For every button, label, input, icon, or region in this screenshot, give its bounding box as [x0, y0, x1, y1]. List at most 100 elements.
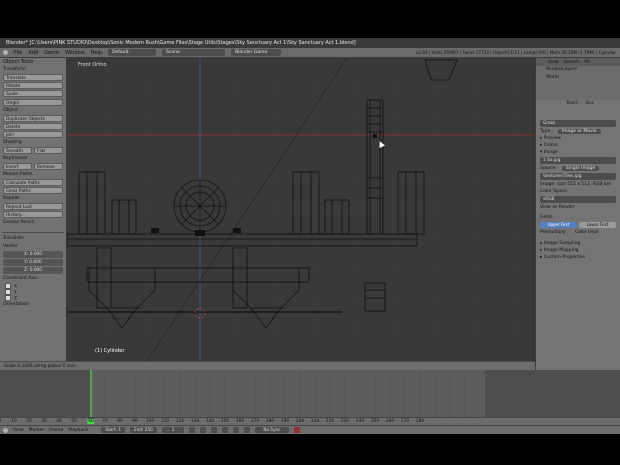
outliner-search-menu[interactable]: Search	[564, 60, 579, 65]
jump-start-icon[interactable]	[189, 427, 196, 433]
current-frame-field[interactable]: 1	[161, 427, 185, 433]
duplicate-objects-button[interactable]: Duplicate Objects	[3, 115, 63, 122]
tick-label: 220	[325, 419, 335, 424]
premultiply-checkbox[interactable]: Premultiply	[540, 230, 565, 235]
sync-mode-dropdown[interactable]: No Sync	[255, 427, 289, 433]
clear-paths-button[interactable]: Clear Paths	[3, 187, 63, 194]
image-filepath-field[interactable]: \textures\Tiles.jpg	[540, 173, 616, 180]
tick-label: 40	[56, 419, 62, 424]
engine-selector[interactable]: Blender Game	[231, 49, 282, 56]
timeline-marker-menu[interactable]: Marker	[29, 428, 45, 433]
smooth-button[interactable]: Smooth	[3, 147, 32, 154]
timeline-playback-menu[interactable]: Playback	[68, 428, 88, 433]
menu-add[interactable]: Add	[28, 50, 38, 56]
texture-type-dropdown[interactable]: Image or Movie	[557, 129, 601, 134]
origin-button[interactable]: Origin	[3, 99, 63, 106]
menu-help[interactable]: Help	[91, 50, 102, 56]
lower-first-button[interactable]: Lower First	[579, 222, 616, 228]
layout-selector[interactable]: Default	[108, 49, 157, 56]
image-datablock-field[interactable]: 1 Sa.jpg	[540, 157, 616, 164]
timeline-frame-menu[interactable]: Frame	[49, 428, 63, 433]
window-title-bar: Blender* [C:\Users\PINK STUDIO\Desktop\S…	[0, 38, 620, 48]
timeline-header: View Marker Frame Playback Start: 1 End:…	[0, 426, 620, 434]
tick-label: 260	[385, 419, 395, 424]
source-dropdown[interactable]: Single Image	[561, 166, 600, 171]
tool-shelf: Object Tools Transform Translate Rotate …	[0, 58, 67, 361]
history-button[interactable]: History...	[3, 211, 63, 218]
color-unpremultiply-checkbox[interactable]: Color Unpr	[575, 230, 599, 235]
properties-breadcrumb: Text3 › Gra	[566, 101, 594, 106]
timeline-view-menu[interactable]: View	[13, 428, 24, 433]
join-button[interactable]: Join	[3, 131, 63, 138]
color-space-dropdown[interactable]: sRGB	[540, 196, 616, 203]
current-frame-label: 60	[87, 419, 95, 424]
prev-keyframe-icon[interactable]	[200, 427, 207, 433]
vector-z-field[interactable]: Z: 0.000	[3, 267, 63, 274]
delete-button[interactable]: Delete	[3, 123, 63, 130]
3d-viewport[interactable]: Front Ortho (1) Cylinder	[67, 58, 535, 361]
texture-slot-list[interactable]	[536, 107, 620, 119]
menu-file[interactable]: File	[14, 50, 22, 56]
panel-divider	[2, 227, 64, 233]
play-icon[interactable]	[222, 427, 229, 433]
tool-shelf-header[interactable]: Object Tools	[0, 58, 66, 66]
menu-game[interactable]: Game	[44, 50, 59, 56]
tick-label: 100	[145, 419, 155, 424]
upper-first-button[interactable]: Upper First	[540, 222, 577, 228]
grease-pencil-section-label[interactable]: Grease Pencil	[0, 219, 66, 227]
tick-label: 150	[220, 419, 230, 424]
vector-x-field[interactable]: X: 0.000	[3, 251, 63, 258]
tick-label: 240	[355, 419, 365, 424]
rotate-button[interactable]: Rotate	[3, 82, 63, 89]
custom-properties-panel[interactable]: Custom Properties	[536, 254, 620, 261]
next-keyframe-icon[interactable]	[233, 427, 240, 433]
translate-button[interactable]: Translate	[3, 74, 63, 81]
timeline-area[interactable]	[0, 370, 620, 417]
remove-keyframe-button[interactable]: Remove	[34, 163, 63, 170]
timeline-editor-icon[interactable]	[3, 427, 8, 433]
vector-y-field[interactable]: Y: 0.000	[3, 259, 63, 266]
tick-label: 20	[26, 419, 32, 424]
scale-button[interactable]: Scale	[3, 90, 63, 97]
tick-label: 270	[400, 419, 410, 424]
repeat-last-button[interactable]: Repeat Last	[3, 203, 63, 210]
keyframes-section-label: Keyframes	[3, 156, 28, 161]
scene-selector[interactable]: Scene	[162, 49, 226, 56]
image-panel[interactable]: Image	[536, 149, 620, 156]
timeline-ruler[interactable]: 0 10 20 30 40 50 70 80 90 100 110 120 13…	[0, 417, 620, 426]
colors-panel[interactable]: Colors	[536, 142, 620, 149]
texture-name-field[interactable]: Grass	[540, 120, 616, 127]
viewport-wireframe	[67, 58, 535, 361]
view-as-render-checkbox[interactable]: View as Render	[536, 204, 620, 211]
outliner-view-menu[interactable]: View	[548, 60, 559, 65]
source-row: Source Single Image	[536, 165, 620, 172]
outliner-item-world[interactable]: World	[536, 74, 620, 82]
insert-keyframe-button[interactable]: Insert	[3, 163, 32, 170]
source-label: Source	[540, 166, 556, 171]
image-mapping-panel[interactable]: Image Mapping	[536, 247, 620, 254]
tick-label: 80	[117, 419, 123, 424]
calculate-paths-button[interactable]: Calculate Paths	[3, 179, 63, 186]
breadcrumb-gra[interactable]: Gra	[586, 101, 594, 106]
fields-checkbox[interactable]: Fields	[536, 214, 620, 221]
end-frame-field[interactable]: End: 250	[130, 427, 157, 433]
preview-panel[interactable]: Preview	[536, 135, 620, 142]
play-reverse-icon[interactable]	[211, 427, 218, 433]
outliner-item-renderlayers[interactable]: RenderLayers	[536, 66, 620, 74]
image-info-text: Image: size 512 x 512, RGB byt	[540, 182, 612, 187]
info-editor-icon[interactable]	[3, 50, 8, 55]
breadcrumb-text3[interactable]: Text3	[566, 101, 578, 106]
outliner-filter-menu[interactable]: All	[584, 60, 590, 65]
active-object-label: (1) Cylinder	[95, 348, 125, 354]
image-sampling-panel[interactable]: Image Sampling	[536, 240, 620, 247]
tick-label: 210	[310, 419, 320, 424]
tick-label: 160	[235, 419, 245, 424]
tick-label: 180	[265, 419, 275, 424]
start-frame-field[interactable]: Start: 1	[101, 427, 126, 433]
menu-window[interactable]: Window	[65, 50, 85, 56]
flat-button[interactable]: Flat	[34, 147, 63, 154]
translate-panel-header[interactable]: Translate	[0, 235, 66, 243]
record-icon[interactable]	[293, 427, 300, 433]
tick-label: 140	[205, 419, 215, 424]
jump-end-icon[interactable]	[244, 427, 251, 433]
